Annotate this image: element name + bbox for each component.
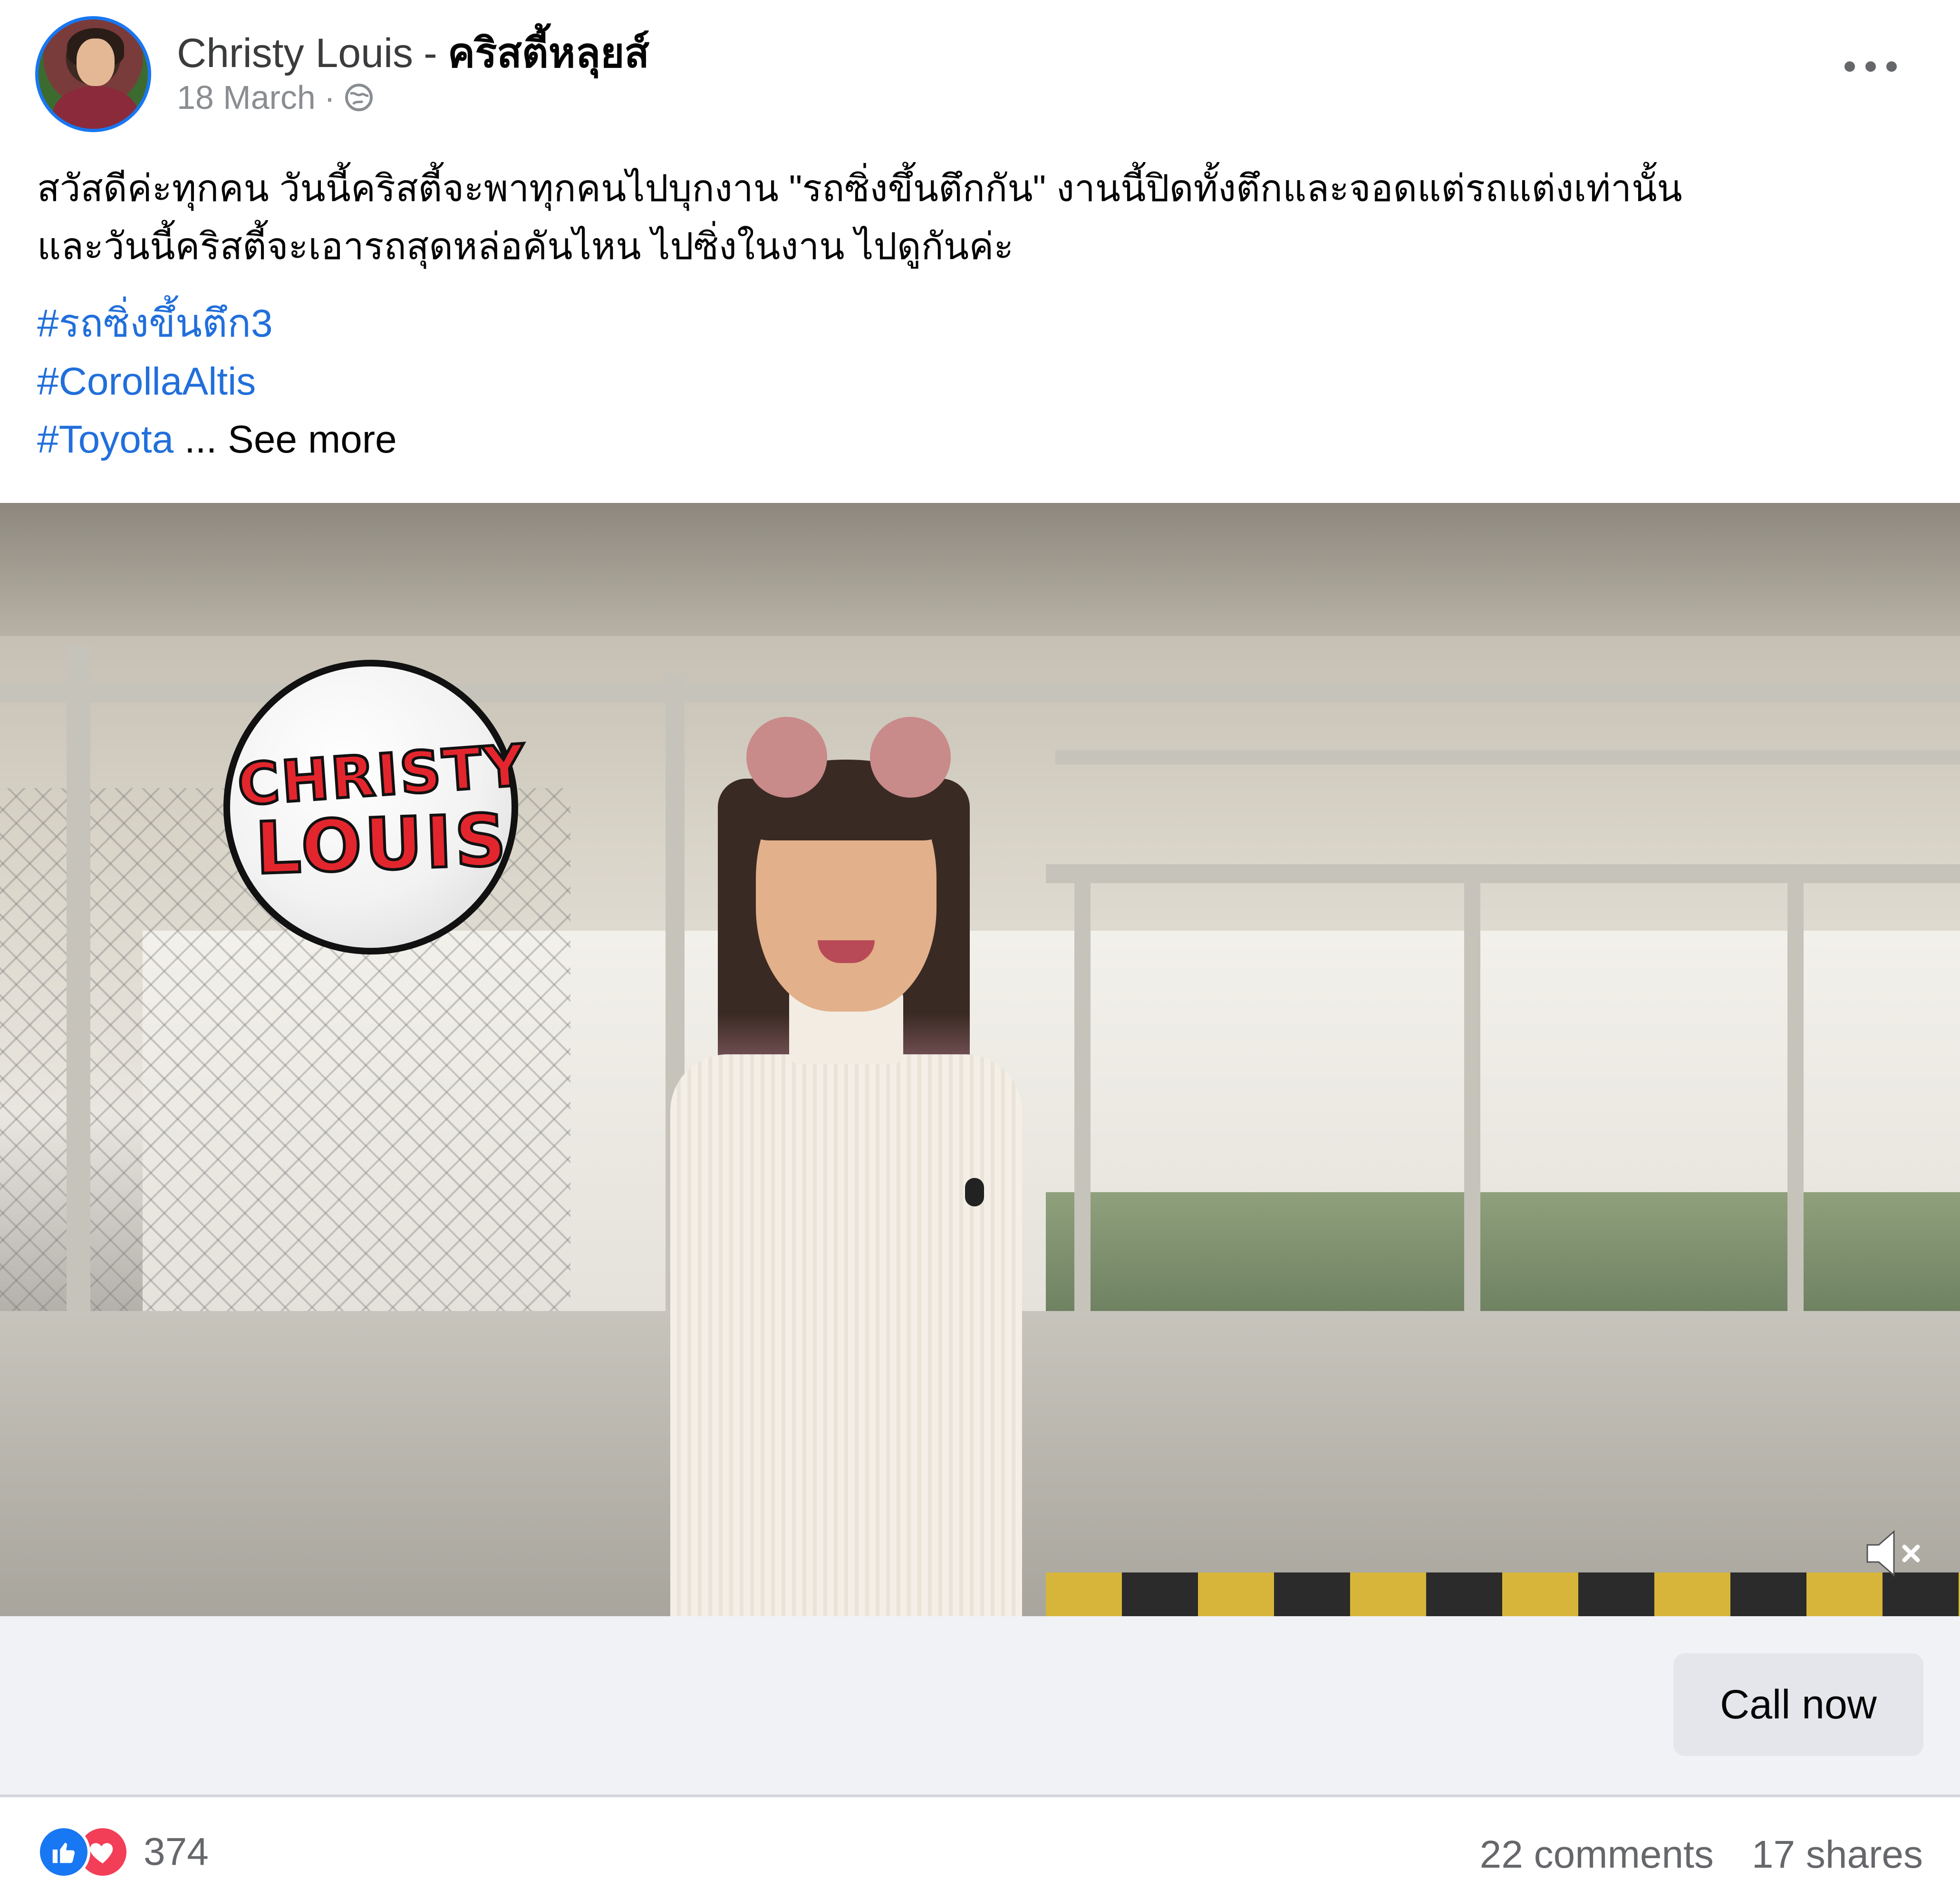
video-player[interactable]: CHRISTY LOUIS <box>0 503 1960 1616</box>
volume-muted-icon[interactable] <box>1863 1525 1924 1582</box>
post-meta: 18 March · <box>177 78 374 116</box>
avatar-face <box>77 39 115 86</box>
more-dot <box>1886 61 1897 72</box>
see-more-link[interactable]: ... See more <box>184 418 397 461</box>
like-icon <box>37 1825 90 1879</box>
author-name-line[interactable]: Christy Louis - คริสตี้หลุยส์ <box>177 20 649 85</box>
call-now-button[interactable]: Call now <box>1673 1653 1923 1756</box>
author-avatar[interactable] <box>35 16 151 132</box>
reactions-summary[interactable]: 374 <box>37 1825 209 1879</box>
shares-count[interactable]: 17 shares <box>1752 1833 1923 1876</box>
avatar-body <box>53 86 138 129</box>
video-beam <box>1464 883 1480 1359</box>
lapel-mic <box>965 1178 984 1206</box>
video-beam <box>1074 883 1091 1359</box>
meta-separator: · <box>324 79 336 116</box>
comments-count[interactable]: 22 comments <box>1480 1833 1714 1876</box>
facebook-post: Christy Louis - คริสตี้หลุยส์ 18 March · ส… <box>0 0 1960 1890</box>
hashtag-link[interactable]: #รถซิ่งขึ้นตึก3 <box>37 295 397 353</box>
thumbs-up-icon <box>52 1842 75 1863</box>
video-cityscape <box>1046 1192 1960 1311</box>
post-date[interactable]: 18 March <box>177 78 316 116</box>
heart-icon <box>90 1843 113 1863</box>
more-options-icon[interactable] <box>1844 57 1897 76</box>
video-beam <box>1055 750 1960 764</box>
more-dot <box>1865 61 1876 72</box>
video-floor-stripe <box>1046 1572 1960 1616</box>
presenter-bun <box>870 717 951 798</box>
hashtag-row: #Toyota ... See more <box>37 411 397 469</box>
globe-icon[interactable] <box>344 82 374 113</box>
post-text: สวัสดีค่ะทุกคน วันนี้คริสตี้จะพาทุกคนไปบ… <box>37 159 1920 275</box>
more-dot <box>1844 61 1855 72</box>
video-beam <box>1787 883 1804 1359</box>
video-beam <box>1046 864 1960 883</box>
reaction-count: 374 <box>144 1830 209 1873</box>
post-text-line: และวันนี้คริสตี้จะเอารถสุดหล่อคันไหน ไปซ… <box>37 225 1014 267</box>
author-separator: - <box>424 30 437 76</box>
hashtag-link[interactable]: #CorollaAltis <box>37 353 397 411</box>
video-presenter <box>632 703 1060 1616</box>
channel-logo: CHRISTY LOUIS <box>223 660 530 955</box>
post-text-line: สวัสดีค่ะทุกคน วันนี้คริสตี้จะพาทุกคนไปบ… <box>37 167 1682 209</box>
hashtag-list: #รถซิ่งขึ้นตึก3 #CorollaAltis #Toyota ..… <box>37 295 397 469</box>
channel-logo-text: CHRISTY LOUIS <box>221 731 544 892</box>
engagement-stats: 22 comments 17 shares <box>1480 1832 1923 1877</box>
author-name[interactable]: Christy Louis <box>177 30 413 76</box>
author-name-thai[interactable]: คริสตี้หลุยส์ <box>448 30 649 76</box>
cta-bar <box>0 1616 1960 1794</box>
video-roof <box>0 503 1960 636</box>
presenter-bun <box>746 717 827 798</box>
presenter-top <box>670 1054 1022 1616</box>
hashtag-link[interactable]: #Toyota <box>37 418 174 461</box>
footer-divider <box>0 1794 1960 1797</box>
logo-line-2: LOUIS <box>252 798 512 892</box>
